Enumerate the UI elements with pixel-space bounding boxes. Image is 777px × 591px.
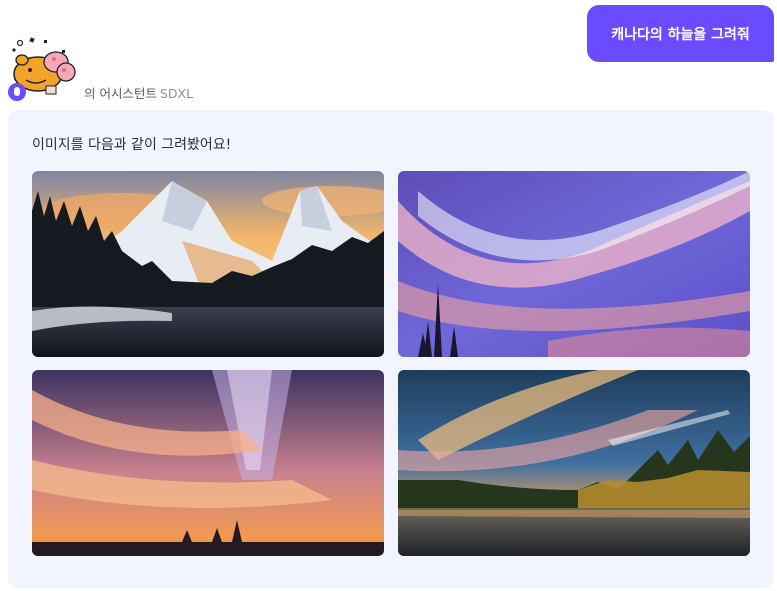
assistant-avatar-icon <box>8 83 26 101</box>
generated-image-1[interactable] <box>32 171 384 357</box>
mountain-lake-image <box>32 171 384 357</box>
lake-forest-image <box>398 370 750 556</box>
user-message-bubble: 캐나다의 하늘을 그려줘 <box>587 5 774 62</box>
user-message-text: 캐나다의 하늘을 그려줘 <box>611 26 750 43</box>
generated-image-3[interactable] <box>32 370 384 556</box>
assistant-model-label: SDXL <box>159 85 194 101</box>
chat-view: 캐나다의 하늘을 그려줘 의 어시스턴트 SDXL 이미지를 다음과 같이 그려봤… <box>0 0 777 591</box>
violet-sky-image <box>398 171 750 357</box>
assistant-name-label: 의 어시스턴트 <box>84 85 157 101</box>
assistant-name: 의 어시스턴트 SDXL <box>84 83 193 102</box>
assistant-response-card: 이미지를 다음과 같이 그려봤어요! <box>8 110 774 588</box>
assistant-header: 의 어시스턴트 SDXL <box>8 82 193 102</box>
generated-image-2[interactable] <box>398 171 750 357</box>
milky-way-image <box>32 370 384 556</box>
generated-image-4[interactable] <box>398 370 750 556</box>
response-text: 이미지를 다음과 같이 그려봤어요! <box>32 137 232 153</box>
